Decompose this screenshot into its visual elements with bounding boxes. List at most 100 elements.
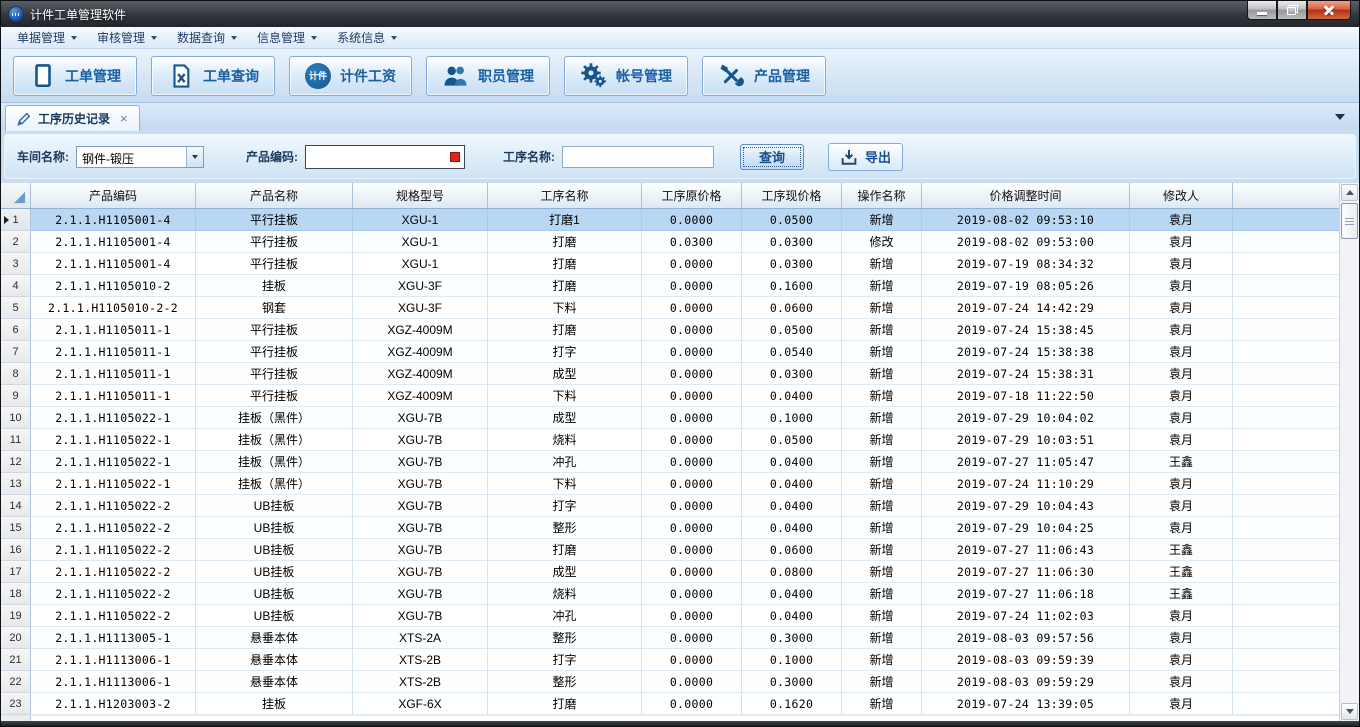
select-all-corner[interactable] bbox=[1, 183, 31, 208]
table-row[interactable]: 32.1.1.H1105001-4平行挂板XGU-1打磨0.00000.0300… bbox=[1, 253, 1339, 275]
cell: 2019-07-24 14:42:29 bbox=[922, 297, 1130, 319]
minimize-button[interactable] bbox=[1247, 1, 1277, 20]
table-row[interactable]: 152.1.1.H1105022-2UB挂板XGU-7B整形0.00000.04… bbox=[1, 517, 1339, 539]
cell: 2019-07-24 11:10:29 bbox=[922, 473, 1130, 495]
table-row[interactable]: 192.1.1.H1105022-2UB挂板XGU-7B冲孔0.00000.04… bbox=[1, 605, 1339, 627]
tab-process-history[interactable]: 工序历史记录 × bbox=[5, 105, 140, 131]
column-header[interactable]: 工序现价格 bbox=[742, 183, 842, 208]
account-manage-button[interactable]: 帐号管理 bbox=[564, 56, 688, 96]
row-header[interactable]: 13 bbox=[1, 473, 31, 495]
column-header[interactable]: 工序原价格 bbox=[642, 183, 742, 208]
table-row[interactable]: 172.1.1.H1105022-2UB挂板XGU-7B成型0.00000.08… bbox=[1, 561, 1339, 583]
product-manage-button[interactable]: 产品管理 bbox=[702, 56, 826, 96]
table-row[interactable]: 52.1.1.H1105010-2-2钢套XGU-3F下料0.00000.060… bbox=[1, 297, 1339, 319]
row-header[interactable]: 17 bbox=[1, 561, 31, 583]
row-header[interactable]: 23 bbox=[1, 693, 31, 715]
tab-list-dropdown-icon[interactable] bbox=[1335, 114, 1345, 120]
row-header[interactable]: 1 bbox=[1, 209, 31, 231]
row-header[interactable]: 15 bbox=[1, 517, 31, 539]
table-row[interactable]: 212.1.1.H1113006-1悬垂本体XTS-2B打字0.00000.10… bbox=[1, 649, 1339, 671]
combobox-dropdown-button[interactable] bbox=[186, 147, 203, 167]
table-row[interactable]: 122.1.1.H1105022-1挂板（黑件）XGU-7B冲孔0.00000.… bbox=[1, 451, 1339, 473]
scroll-down-button[interactable] bbox=[1341, 703, 1358, 720]
cell-filler bbox=[1233, 363, 1339, 385]
row-header[interactable]: 20 bbox=[1, 627, 31, 649]
app-logo-icon bbox=[8, 6, 24, 22]
row-header[interactable]: 21 bbox=[1, 649, 31, 671]
table-row[interactable]: 142.1.1.H1105022-2UB挂板XGU-7B打字0.00000.04… bbox=[1, 495, 1339, 517]
cell: 0.0400 bbox=[742, 605, 842, 627]
row-header[interactable]: 6 bbox=[1, 319, 31, 341]
export-button[interactable]: 导出 bbox=[828, 143, 903, 171]
row-header[interactable]: 2 bbox=[1, 231, 31, 253]
row-header[interactable]: 9 bbox=[1, 385, 31, 407]
menu-item-info[interactable]: 信息管理 bbox=[247, 27, 327, 48]
scroll-up-button[interactable] bbox=[1341, 184, 1358, 201]
menu-item-documents[interactable]: 单据管理 bbox=[7, 27, 87, 48]
column-header[interactable]: 操作名称 bbox=[842, 183, 922, 208]
cell: 0.1600 bbox=[742, 275, 842, 297]
table-row[interactable]: 182.1.1.H1105022-2UB挂板XGU-7B烧料0.00000.04… bbox=[1, 583, 1339, 605]
toolbar-button-label: 工单查询 bbox=[203, 66, 259, 86]
process-name-input[interactable] bbox=[562, 146, 714, 168]
workorder-query-button[interactable]: 工单查询 bbox=[151, 56, 275, 96]
table-row[interactable]: 42.1.1.H1105010-2挂板XGU-3F打磨0.00000.1600新… bbox=[1, 275, 1339, 297]
cell: 0.3000 bbox=[742, 627, 842, 649]
table-row[interactable]: 12.1.1.H1105001-4平行挂板XGU-1打磨10.00000.050… bbox=[1, 209, 1339, 231]
table-row[interactable]: 112.1.1.H1105022-1挂板（黑件）XGU-7B烧料0.00000.… bbox=[1, 429, 1339, 451]
column-header[interactable]: 产品编码 bbox=[31, 183, 196, 208]
table-row[interactable]: 92.1.1.H1105011-1平行挂板XGZ-4009M下料0.00000.… bbox=[1, 385, 1339, 407]
menu-item-audit[interactable]: 审核管理 bbox=[87, 27, 167, 48]
row-header[interactable]: 8 bbox=[1, 363, 31, 385]
column-header[interactable]: 价格调整时间 bbox=[922, 183, 1130, 208]
table-row[interactable]: 202.1.1.H1113005-1悬垂本体XTS-2A整形0.00000.30… bbox=[1, 627, 1339, 649]
cell-filler bbox=[1233, 341, 1339, 363]
scrollbar-thumb[interactable] bbox=[1341, 203, 1358, 239]
table-row[interactable]: 22.1.1.H1105001-4平行挂板XGU-1打磨0.03000.0300… bbox=[1, 231, 1339, 253]
tab-close-icon[interactable]: × bbox=[120, 112, 128, 125]
row-header[interactable]: 16 bbox=[1, 539, 31, 561]
column-header[interactable]: 修改人 bbox=[1130, 183, 1233, 208]
row-header[interactable]: 4 bbox=[1, 275, 31, 297]
row-header[interactable]: 18 bbox=[1, 583, 31, 605]
restore-button[interactable] bbox=[1277, 1, 1307, 20]
table-row[interactable]: 132.1.1.H1105022-1挂板（黑件）XGU-7B下料0.00000.… bbox=[1, 473, 1339, 495]
row-header[interactable]: 10 bbox=[1, 407, 31, 429]
arrow-down-icon bbox=[1346, 709, 1354, 714]
product-code-lookup-button[interactable] bbox=[446, 147, 464, 167]
row-header[interactable]: 5 bbox=[1, 297, 31, 319]
staff-manage-button[interactable]: 职员管理 bbox=[426, 56, 550, 96]
column-header[interactable]: 规格型号 bbox=[353, 183, 488, 208]
table-row[interactable]: 102.1.1.H1105022-1挂板（黑件）XGU-7B成型0.00000.… bbox=[1, 407, 1339, 429]
row-header[interactable]: 11 bbox=[1, 429, 31, 451]
cell: 0.0000 bbox=[642, 583, 742, 605]
workshop-combobox[interactable]: 钢件-锻压 bbox=[76, 146, 204, 168]
close-button[interactable] bbox=[1307, 1, 1351, 20]
column-header[interactable]: 工序名称 bbox=[488, 183, 642, 208]
workorder-manage-button[interactable]: 工单管理 bbox=[13, 56, 137, 96]
row-header[interactable]: 14 bbox=[1, 495, 31, 517]
column-header[interactable]: 产品名称 bbox=[196, 183, 353, 208]
query-button[interactable]: 查询 bbox=[740, 144, 804, 170]
vertical-scrollbar[interactable] bbox=[1339, 183, 1359, 721]
menu-item-data-query[interactable]: 数据查询 bbox=[167, 27, 247, 48]
row-header[interactable]: 3 bbox=[1, 253, 31, 275]
table-row[interactable]: 62.1.1.H1105011-1平行挂板XGZ-4009M打磨0.00000.… bbox=[1, 319, 1339, 341]
row-header[interactable]: 12 bbox=[1, 451, 31, 473]
table-row[interactable]: 162.1.1.H1105022-2UB挂板XGU-7B打磨0.00000.06… bbox=[1, 539, 1339, 561]
row-header[interactable]: 22 bbox=[1, 671, 31, 693]
row-header[interactable]: 7 bbox=[1, 341, 31, 363]
product-code-input[interactable] bbox=[306, 150, 446, 164]
piecework-wage-button[interactable]: 计件 计件工资 bbox=[289, 56, 412, 96]
table-row[interactable]: 72.1.1.H1105011-1平行挂板XGZ-4009M打字0.00000.… bbox=[1, 341, 1339, 363]
table-row[interactable]: 222.1.1.H1113006-1悬垂本体XTS-2B整形0.00000.30… bbox=[1, 671, 1339, 693]
cell: 0.0000 bbox=[642, 649, 742, 671]
cell: 2.1.1.H1105010-2 bbox=[31, 275, 196, 297]
table-row[interactable]: 82.1.1.H1105011-1平行挂板XGZ-4009M成型0.00000.… bbox=[1, 363, 1339, 385]
cell: 2019-07-29 10:04:25 bbox=[922, 517, 1130, 539]
menu-item-system[interactable]: 系统信息 bbox=[327, 27, 407, 48]
table-row[interactable]: 232.1.1.H1203003-2挂板XGF-6X打磨0.00000.1620… bbox=[1, 693, 1339, 715]
cell: 0.0400 bbox=[742, 451, 842, 473]
row-header[interactable]: 19 bbox=[1, 605, 31, 627]
restore-icon bbox=[1287, 5, 1298, 15]
